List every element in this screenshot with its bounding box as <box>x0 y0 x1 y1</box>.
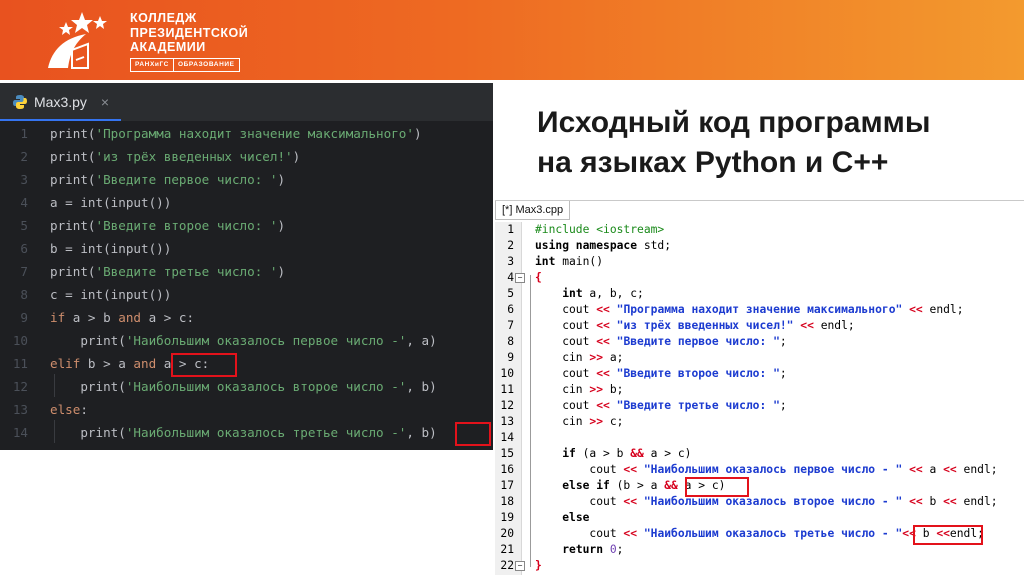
line-number: 21 <box>500 543 514 556</box>
code-text: cout << "Введите третье число: "; <box>535 399 787 412</box>
line-number: 11 <box>12 356 28 371</box>
code-text: print('Наибольшим оказалось первое число… <box>80 333 437 348</box>
code-text: b = int(input()) <box>50 241 172 256</box>
error-highlight-box <box>685 477 749 497</box>
line-number: 3 <box>20 172 28 187</box>
line-number: 13 <box>500 415 514 428</box>
line-number: 7 <box>507 319 514 332</box>
badge-ranepa: РАНХиГС <box>130 58 174 72</box>
line-number: 16 <box>500 463 514 476</box>
code-text: print('Введите третье число: ') <box>50 264 286 279</box>
line-number: 4 <box>507 271 514 284</box>
code-text: cout << "Наибольшим оказалось первое чис… <box>535 463 998 476</box>
line-number: 9 <box>507 351 514 364</box>
line-number: 22 <box>500 559 514 572</box>
badge-education: ОБРАЗОВАНИЕ <box>173 58 240 72</box>
fold-toggle-icon[interactable]: − <box>515 273 525 283</box>
line-number: 4 <box>20 195 28 210</box>
python-editor: Max3.py × 1 print('Программа находит знач… <box>0 83 493 450</box>
python-file-tab[interactable]: Max3.py × <box>0 83 122 121</box>
line-number: 9 <box>20 310 28 325</box>
code-text: print('Наибольшим оказалось второе число… <box>80 379 437 394</box>
line-number: 7 <box>20 264 28 279</box>
line-number: 12 <box>500 399 514 412</box>
line-number: 17 <box>500 479 514 492</box>
line-number: 6 <box>507 303 514 316</box>
fold-line <box>530 275 531 567</box>
code-text: print('из трёх введенных чисел!') <box>50 149 301 164</box>
college-logo-icon <box>48 12 107 69</box>
code-text: { <box>535 271 542 284</box>
line-number: 19 <box>500 511 514 524</box>
python-tab-label: Max3.py <box>34 94 87 110</box>
fold-end-icon: − <box>515 561 525 571</box>
logo-line: ПРЕЗИДЕНТСКОЙ <box>130 25 249 40</box>
line-number: 2 <box>507 239 514 252</box>
code-text: cout << "Введите второе число: "; <box>535 367 787 380</box>
line-number: 12 <box>12 379 28 394</box>
line-number: 8 <box>507 335 514 348</box>
line-number: 8 <box>20 287 28 302</box>
cpp-editor: [*] Max3.cpp 1 #include <iostream> 2 using… <box>495 200 1024 575</box>
line-number: 14 <box>12 425 28 440</box>
line-number: 3 <box>507 255 514 268</box>
code-text: cout << "Программа находит значение макс… <box>535 303 964 316</box>
error-highlight-box <box>913 525 983 545</box>
slide-title: Исходный код программы на языках Python … <box>537 103 1007 183</box>
header-band: КОЛЛЕДЖ ПРЕЗИДЕНТСКОЙ АКАДЕМИИ РАНХиГС О… <box>0 0 1024 80</box>
line-number: 14 <box>500 431 514 444</box>
code-text: else: <box>50 402 88 417</box>
code-text: int a, b, c; <box>562 287 644 300</box>
code-text: print('Наибольшим оказалось третье число… <box>80 425 437 440</box>
line-number: 11 <box>500 383 514 396</box>
title-line-1: Исходный код программы <box>537 106 931 139</box>
line-number: 6 <box>20 241 28 256</box>
logo-line: АКАДЕМИИ <box>130 40 206 54</box>
line-number: 15 <box>500 447 514 460</box>
title-line-2: на языках Python и C++ <box>537 146 889 179</box>
logo-text: КОЛЛЕДЖ ПРЕЗИДЕНТСКОЙ АКАДЕМИИ <box>130 11 248 55</box>
code-text: c = int(input()) <box>50 287 172 302</box>
code-text: int main() <box>535 255 604 268</box>
code-text: a = int(input()) <box>50 195 172 210</box>
line-number: 5 <box>20 218 28 233</box>
logo-line: КОЛЛЕДЖ <box>130 11 197 25</box>
line-number: 1 <box>20 126 28 141</box>
code-text: cout << "Введите первое число: "; <box>535 335 787 348</box>
code-text: else <box>562 511 590 524</box>
error-highlight-box <box>455 422 491 446</box>
code-text: cin >> c; <box>535 415 624 428</box>
code-text: return 0; <box>562 543 624 556</box>
code-text: if (a > b && a > c) <box>562 447 692 460</box>
close-icon[interactable]: × <box>101 94 109 110</box>
code-text: print('Введите первое число: ') <box>50 172 286 187</box>
line-number: 10 <box>12 333 28 348</box>
code-text: print('Программа находит значение максим… <box>50 126 422 141</box>
code-text: #include <iostream> <box>535 223 665 236</box>
line-number: 5 <box>507 287 514 300</box>
line-number: 20 <box>500 527 514 540</box>
code-text: cin >> a; <box>535 351 624 364</box>
cpp-code-area[interactable]: 1 #include <iostream> 2 using namespace st… <box>495 222 1024 575</box>
python-file-icon <box>13 95 27 109</box>
python-tab-bar: Max3.py × <box>0 83 493 122</box>
code-text: print('Введите второе число: ') <box>50 218 286 233</box>
code-text: cout << "Наибольшим оказалось второе чис… <box>535 495 998 508</box>
cpp-file-tab[interactable]: [*] Max3.cpp <box>495 201 571 220</box>
error-highlight-box <box>171 353 237 377</box>
line-number: 10 <box>500 367 514 380</box>
code-text: if a > b and a > c: <box>50 310 195 325</box>
line-number: 2 <box>20 149 28 164</box>
logo-badges: РАНХиГС ОБРАЗОВАНИЕ <box>130 58 240 72</box>
code-text: } <box>535 559 542 572</box>
python-code-area[interactable]: 1 print('Программа находит значение макси… <box>0 122 493 450</box>
code-text: using namespace std; <box>535 239 672 252</box>
line-number: 1 <box>507 223 514 236</box>
code-text: cout << "из трёх введенных чисел!" << en… <box>535 319 855 332</box>
line-number: 13 <box>12 402 28 417</box>
line-number: 18 <box>500 495 514 508</box>
code-text: cin >> b; <box>535 383 624 396</box>
